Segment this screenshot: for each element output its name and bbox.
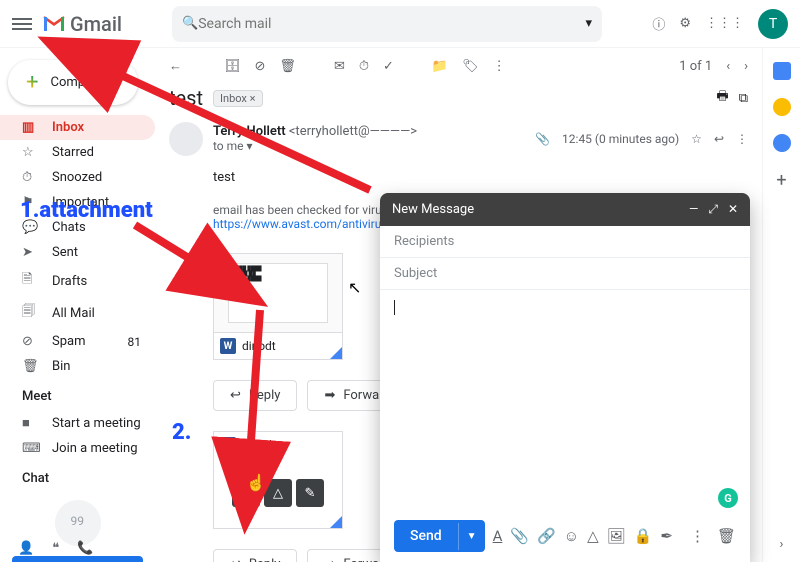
subject-field[interactable]: Subject xyxy=(380,258,750,290)
compose-window: New Message — ⤢ ✕ Recipients Subject G S… xyxy=(380,193,750,562)
formatting-icon[interactable]: A xyxy=(493,527,503,545)
insert-signature-icon[interactable]: ✒ xyxy=(660,527,673,545)
insert-drive-icon[interactable]: △ xyxy=(587,527,599,545)
compose-title: New Message xyxy=(392,202,474,217)
send-button[interactable]: Send ▼ xyxy=(394,520,485,552)
insert-link-icon[interactable]: 🔗 xyxy=(537,527,556,545)
insert-photo-icon[interactable]: 🖼 xyxy=(607,527,626,545)
mouse-cursor: ↖ xyxy=(348,278,361,297)
insert-emoji-icon[interactable]: ☺ xyxy=(564,527,579,545)
compose-more-icon[interactable]: ⋮ xyxy=(690,527,705,545)
compose-body[interactable] xyxy=(380,290,750,510)
send-options-icon[interactable]: ▼ xyxy=(458,523,485,550)
close-icon[interactable]: ✕ xyxy=(728,202,738,217)
confidential-icon[interactable]: 🔒 xyxy=(634,527,653,545)
recipients-field[interactable]: Recipients xyxy=(380,226,750,258)
minimize-icon[interactable]: — xyxy=(689,202,698,217)
grammarly-icon[interactable]: G xyxy=(718,488,738,508)
compose-titlebar[interactable]: New Message — ⤢ ✕ xyxy=(380,193,750,226)
compose-footer: Send ▼ A 📎 🔗 ☺ △ 🖼 🔒 ✒ ⋮ 🗑 xyxy=(380,510,750,562)
attach-file-icon[interactable]: 📎 xyxy=(510,527,529,545)
mouse-cursor-hand: ☝ xyxy=(246,473,266,492)
maximize-icon[interactable]: ⤢ xyxy=(708,202,718,217)
discard-draft-icon[interactable]: 🗑 xyxy=(717,527,736,545)
